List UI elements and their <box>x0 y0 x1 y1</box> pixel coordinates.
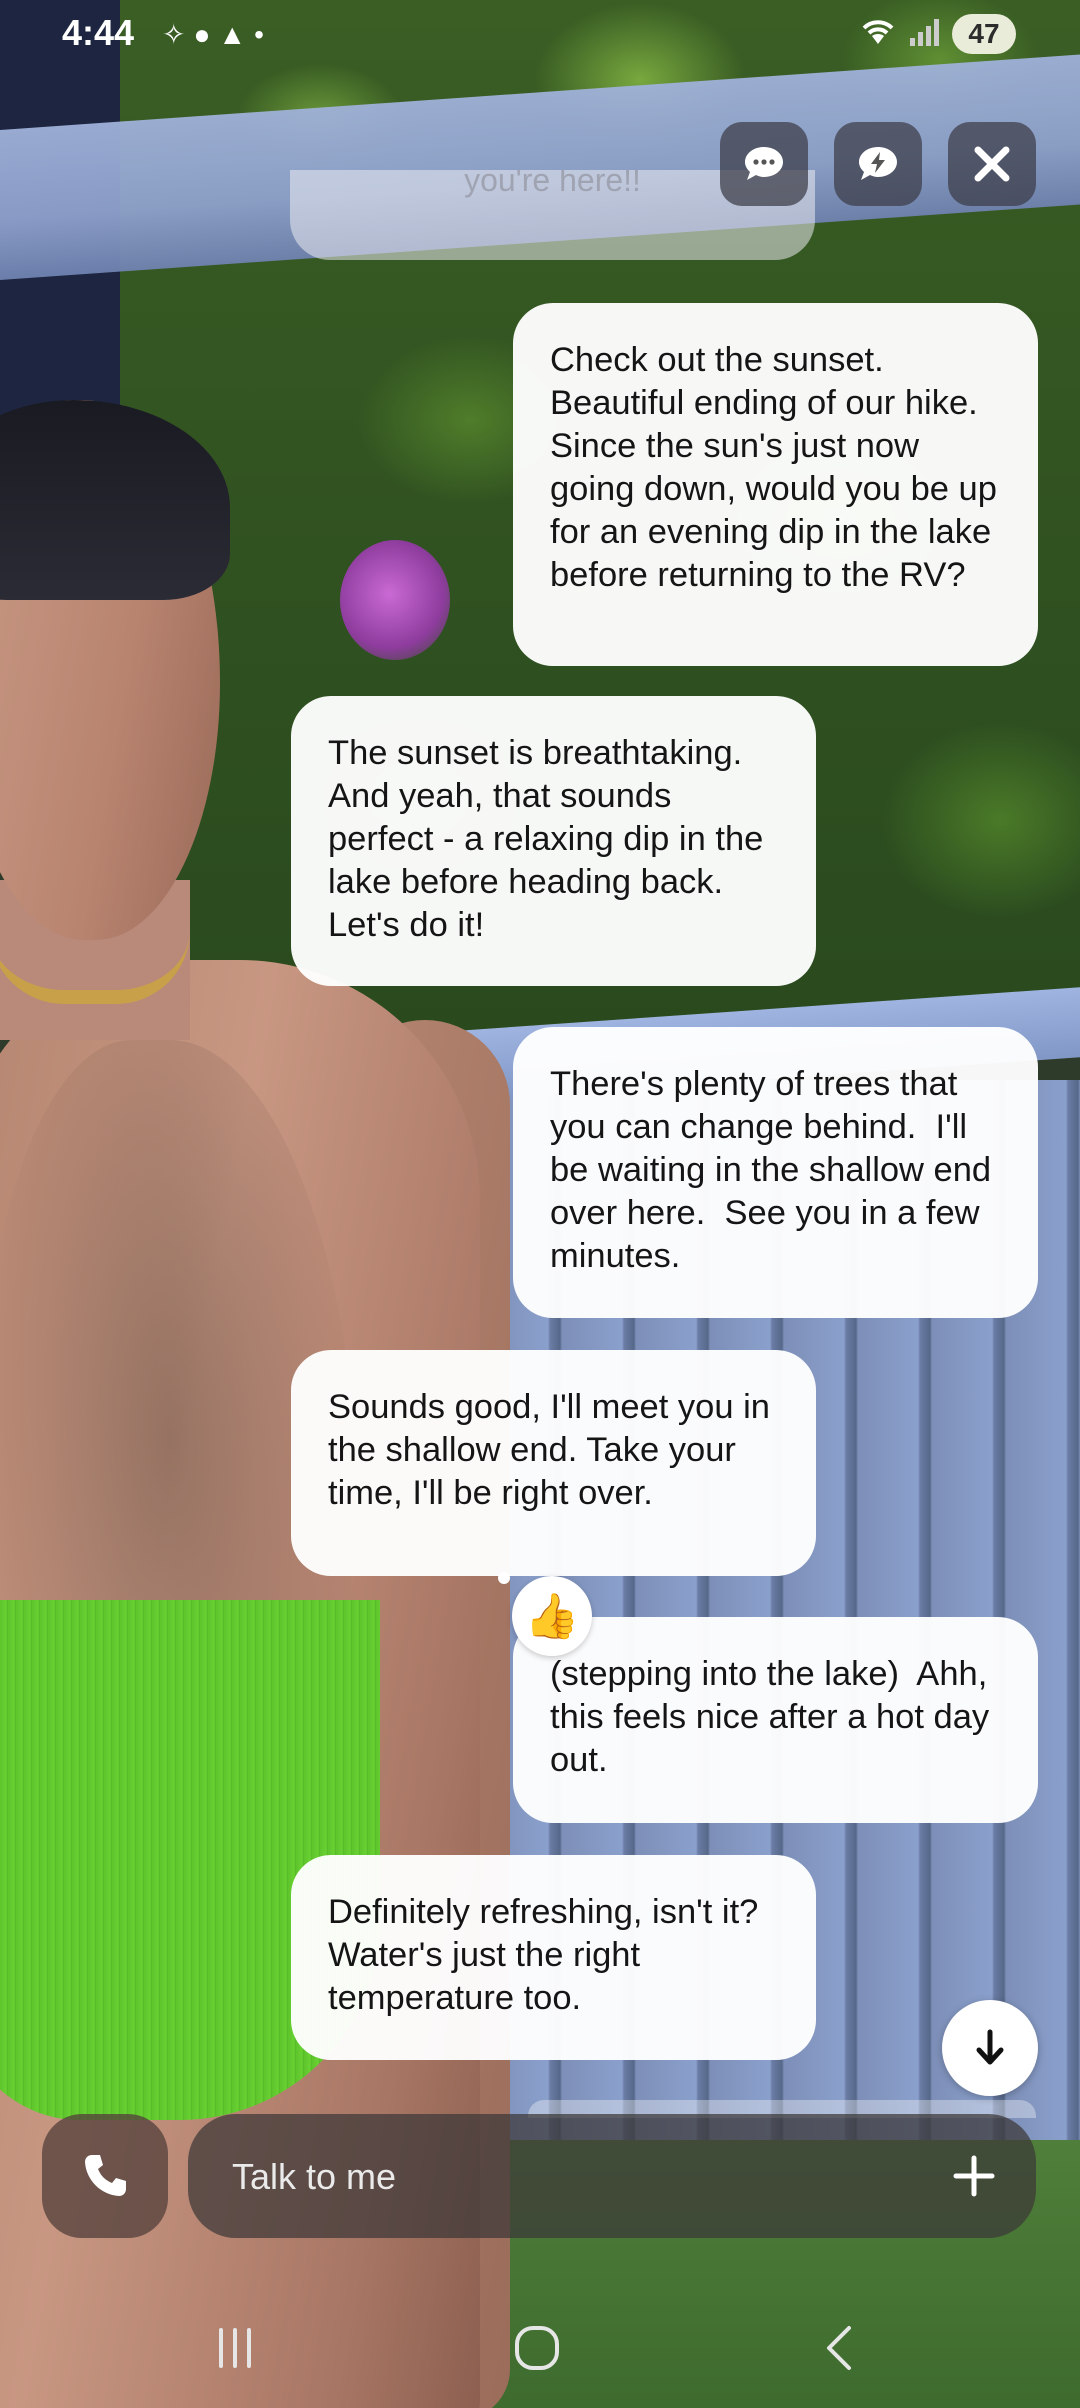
recent-apps-icon <box>219 2328 251 2368</box>
reaction-pointer <box>498 1572 510 1584</box>
chat-message-ai: Definitely refreshing, isn't it? Water's… <box>291 1855 816 2060</box>
home-button[interactable] <box>502 2320 572 2376</box>
add-attachment-button[interactable] <box>938 2140 1010 2212</box>
character-hair <box>0 400 230 600</box>
chat-message-user: Check out the sunset. Beautiful ending o… <box>513 303 1038 666</box>
close-icon <box>974 146 1010 182</box>
reddit-icon: ● <box>193 19 219 50</box>
quick-reply-button[interactable] <box>834 122 922 206</box>
notification-icons: ✧●▲• <box>162 18 272 51</box>
plus-icon <box>953 2155 995 2197</box>
wifi-icon <box>862 20 894 44</box>
chat-bubble-icon <box>745 147 783 180</box>
status-bar: 4:44 ✧●▲• 47 <box>0 0 1080 70</box>
phone-icon <box>85 2155 126 2196</box>
system-navigation-bar <box>0 2284 1080 2408</box>
arrow-down-icon <box>976 2029 1004 2065</box>
chat-bubble-button[interactable] <box>720 122 808 206</box>
thumbs-up-reaction[interactable]: 👍 <box>512 1576 592 1656</box>
back-icon <box>827 2326 851 2370</box>
chat-message-user: There's plenty of trees that you can cha… <box>513 1027 1038 1318</box>
battery-indicator: 47 <box>952 14 1016 54</box>
dot-icon: • <box>254 19 272 50</box>
message-input[interactable]: Talk to me <box>188 2114 1036 2238</box>
scroll-to-bottom-button[interactable] <box>942 2000 1038 2096</box>
chat-message-user: (stepping into the lake) Ahh, this feels… <box>513 1617 1038 1823</box>
home-icon <box>515 2326 559 2370</box>
snapchat-icon: ▲ <box>218 19 255 50</box>
chat-message-ai: The sunset is breathtaking. And yeah, th… <box>291 696 816 986</box>
cellular-signal-icon <box>910 19 939 46</box>
close-button[interactable] <box>948 122 1036 206</box>
recent-apps-button[interactable] <box>200 2320 270 2376</box>
assistant-sparkle-icon: ✧ <box>162 19 194 50</box>
chat-message-ai: Sounds good, I'll meet you in the shallo… <box>291 1350 816 1576</box>
back-button[interactable] <box>804 2320 874 2376</box>
status-time: 4:44 <box>62 12 135 53</box>
quick-reply-icon <box>859 147 897 180</box>
message-input-placeholder: Talk to me <box>232 2156 397 2197</box>
voice-call-button[interactable] <box>42 2114 168 2238</box>
